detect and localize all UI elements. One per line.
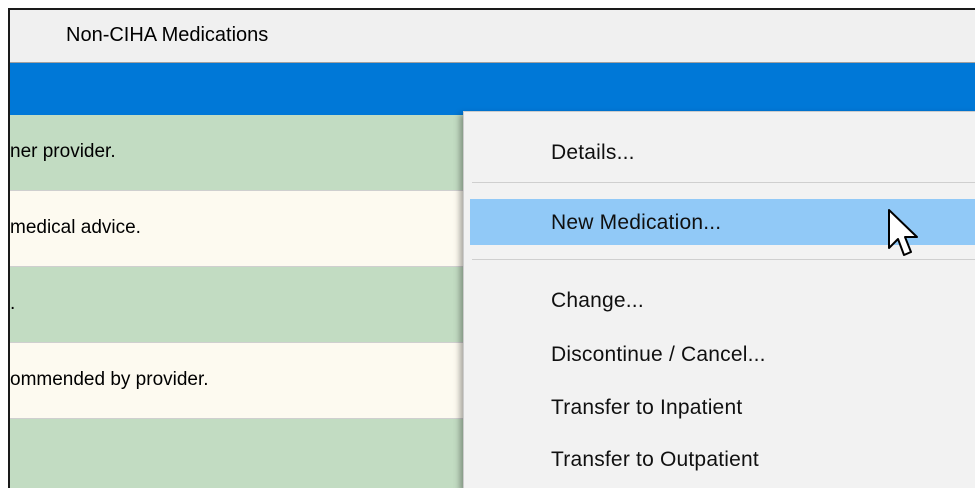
menu-item-label: New Medication...	[551, 211, 722, 234]
menu-item-label: Transfer to Outpatient	[551, 448, 759, 471]
row-comment-text: ommended by provider.	[10, 369, 209, 390]
menu-item-label: Change...	[551, 289, 644, 312]
selected-row-bar[interactable]	[10, 63, 975, 115]
menu-item-transfer-outpatient[interactable]: Transfer to Outpatient	[464, 436, 975, 486]
row-comment-text: .	[10, 293, 16, 314]
medications-window: Non-CIHA Medications ner provider. medic…	[8, 8, 975, 488]
menu-item-discontinue-cancel[interactable]: Discontinue / Cancel...	[464, 331, 975, 381]
menu-item-label: Transfer to Inpatient	[551, 396, 743, 419]
menu-separator	[472, 182, 975, 183]
menu-item-details[interactable]: Details...	[464, 129, 975, 179]
context-menu: Details... New Medication... Change... D…	[463, 111, 975, 488]
medications-section-header[interactable]: Non-CIHA Medications	[10, 10, 975, 63]
menu-item-transfer-inpatient[interactable]: Transfer to Inpatient	[464, 384, 975, 434]
screenshot-frame: Non-CIHA Medications ner provider. medic…	[0, 0, 975, 488]
menu-item-change[interactable]: Change...	[464, 277, 975, 327]
section-header-label: Non-CIHA Medications	[66, 24, 269, 46]
menu-item-label: Details...	[551, 141, 635, 164]
row-comment-text: medical advice.	[10, 217, 141, 238]
arrow-cursor-icon	[888, 209, 918, 256]
row-comment-text: ner provider.	[10, 141, 116, 162]
menu-item-label: Discontinue / Cancel...	[551, 343, 766, 366]
